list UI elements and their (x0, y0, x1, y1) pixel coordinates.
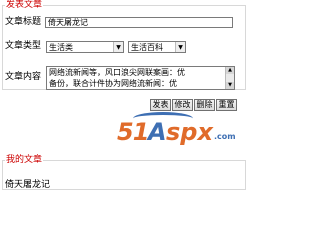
type-secondary-select[interactable]: 生活百科 ▼ (128, 41, 186, 53)
title-label: 文章标题 (5, 17, 42, 27)
my-articles-legend: 我的文章 (5, 155, 44, 165)
content-line: 备份，联合计件协为网络流新闻：优 (49, 79, 177, 88)
scroll-down-icon[interactable]: ▼ (226, 82, 234, 89)
scroll-up-icon[interactable]: ▲ (226, 67, 234, 74)
type-primary-select[interactable]: 生活类 ▼ (46, 41, 124, 53)
delete-button[interactable]: 删除 (194, 99, 215, 111)
title-input[interactable]: 倚天屠龙记 (45, 17, 233, 28)
content-label: 文章内容 (5, 72, 42, 82)
reset-button[interactable]: 重置 (216, 99, 237, 111)
article-list-item[interactable]: 倚天屠龙记 (5, 180, 50, 191)
logo-letter-a: A (148, 118, 167, 146)
content-line: 网络流新闻等，风口浪尖网联案画：优 (49, 68, 185, 77)
publish-button[interactable]: 发表 (150, 99, 171, 111)
type-secondary-value: 生活百科 (131, 43, 163, 52)
type-label: 文章类型 (5, 41, 42, 51)
logo-digits: 51 (117, 118, 149, 146)
edit-button[interactable]: 修改 (172, 99, 193, 111)
watermark-logo: 51 A spx .com (103, 112, 243, 152)
logo-suffix: .com (214, 132, 236, 141)
textarea-scrollbar[interactable]: ▲ ▼ (225, 67, 234, 89)
chevron-down-icon: ▼ (113, 42, 123, 52)
content-textarea[interactable]: 网络流新闻等，风口浪尖网联案画：优 备份，联合计件协为网络流新闻：优 ▲ ▼ (46, 66, 235, 90)
chevron-down-icon: ▼ (175, 42, 185, 52)
publish-article-legend: 发表文章 (5, 0, 44, 10)
type-primary-value: 生活类 (49, 43, 73, 52)
logo-letters-spx: spx (166, 118, 213, 146)
